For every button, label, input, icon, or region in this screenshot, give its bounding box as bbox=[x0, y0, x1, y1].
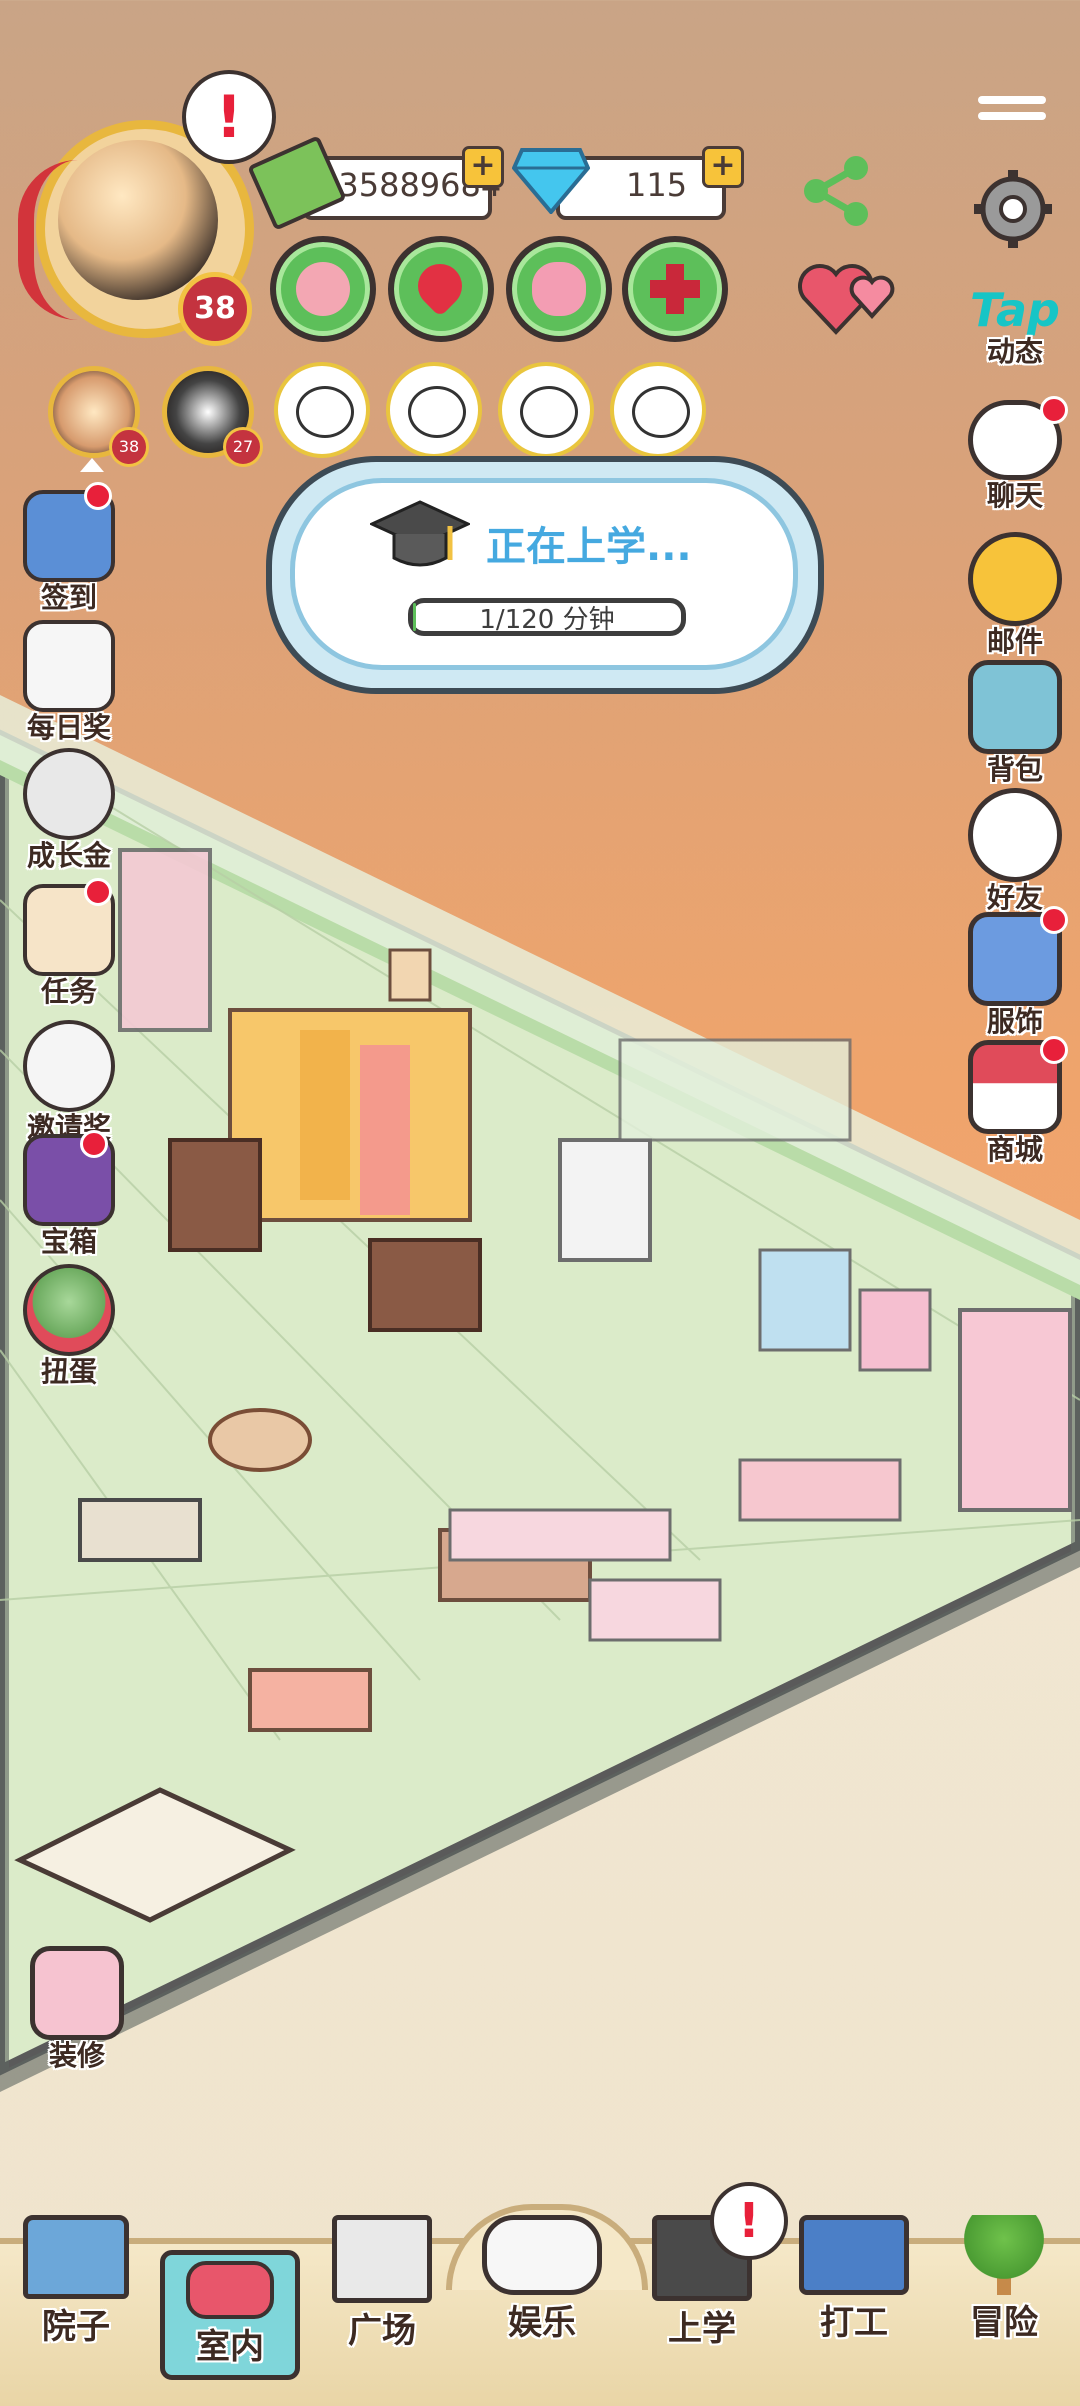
mail-icon bbox=[968, 532, 1062, 626]
right-menu-shop[interactable]: 商城 bbox=[960, 1036, 1070, 1168]
panda-icon bbox=[520, 386, 578, 438]
gamepad-icon bbox=[482, 2215, 602, 2295]
friend-avatar-1[interactable]: 38 bbox=[48, 366, 149, 467]
decorate-button[interactable]: 装修 bbox=[22, 1946, 132, 2074]
heart-icon bbox=[408, 254, 472, 318]
right-menu-chat[interactable]: 聊天 bbox=[960, 396, 1070, 514]
school-progress-bar: 1/120 分钟 bbox=[408, 598, 686, 636]
friend-avatar-2[interactable]: 27 bbox=[162, 366, 263, 467]
nav-plaza[interactable]: 广场 bbox=[312, 2215, 452, 2352]
diamond-amount: 115 bbox=[626, 166, 688, 204]
player-level: 38 bbox=[194, 291, 236, 326]
mood-stat-button[interactable] bbox=[388, 236, 494, 342]
alert-bubble-icon[interactable]: ! bbox=[182, 70, 276, 164]
panda-icon bbox=[632, 386, 690, 438]
left-menu-gacha[interactable]: 扭蛋 bbox=[14, 1264, 124, 1390]
dragon-frame-icon bbox=[18, 160, 94, 320]
add-diamond-button[interactable]: + bbox=[702, 146, 744, 188]
right-menu-mail[interactable]: 邮件 bbox=[960, 532, 1070, 660]
pet-slot-3[interactable] bbox=[498, 362, 594, 458]
panda-icon bbox=[408, 386, 466, 438]
hunger-stat-button[interactable] bbox=[270, 236, 376, 342]
pet-slot-4[interactable] bbox=[610, 362, 706, 458]
friends-expand-arrow-icon[interactable] bbox=[80, 458, 104, 472]
settings-gear-icon[interactable] bbox=[970, 166, 1056, 252]
panda-icon bbox=[296, 386, 354, 438]
favorite-hearts-icon[interactable] bbox=[798, 256, 896, 336]
intelligence-stat-button[interactable] bbox=[506, 236, 612, 342]
briefcase-icon bbox=[799, 2215, 909, 2295]
nav-indoor[interactable]: 室内 bbox=[160, 2250, 300, 2380]
brain-icon bbox=[532, 262, 586, 316]
palm-tree-icon bbox=[959, 2215, 1049, 2295]
panda-invite-icon bbox=[23, 1020, 115, 1112]
left-menu-treasure-chest[interactable]: 宝箱 bbox=[14, 1130, 124, 1260]
friend-level-badge: 27 bbox=[223, 427, 263, 467]
health-plus-icon bbox=[648, 262, 702, 316]
diamond-icon bbox=[511, 146, 591, 216]
health-stat-button[interactable] bbox=[622, 236, 728, 342]
right-menu-clothing[interactable]: 服饰 bbox=[960, 906, 1070, 1040]
room-scene[interactable] bbox=[0, 0, 1080, 2400]
panda-money-icon bbox=[23, 748, 115, 840]
left-menu-sign-in[interactable]: 签到 bbox=[14, 482, 124, 616]
nav-entertainment[interactable]: 娱乐 bbox=[472, 2215, 612, 2344]
nav-adventure[interactable]: 冒险 bbox=[934, 2215, 1074, 2344]
left-menu-tasks[interactable]: 任务 bbox=[14, 878, 124, 1010]
panda-friends-icon bbox=[968, 788, 1062, 882]
building-icon bbox=[332, 2215, 432, 2303]
meat-icon bbox=[296, 262, 350, 316]
player-level-badge: 38 bbox=[178, 272, 252, 346]
taptap-logo: Tap bbox=[970, 283, 1060, 337]
pet-slot-1[interactable] bbox=[274, 362, 370, 458]
video-diamond-icon bbox=[23, 620, 115, 712]
gacha-machine-icon bbox=[23, 1264, 115, 1356]
left-menu-invite-reward[interactable]: 邀请奖 bbox=[14, 1020, 124, 1146]
nav-work[interactable]: 打工 bbox=[784, 2215, 924, 2344]
school-status-popup[interactable]: 正在上学... 1/120 分钟 bbox=[266, 456, 824, 694]
friend-level-badge: 38 bbox=[109, 427, 149, 467]
right-menu-taptap-feed[interactable]: Tap 动态 bbox=[960, 284, 1070, 370]
graduation-cap-icon bbox=[368, 498, 472, 578]
left-menu-daily-reward[interactable]: 每日奖 bbox=[14, 620, 124, 746]
hamburger-menu-icon[interactable] bbox=[978, 96, 1046, 126]
pet-slot-2[interactable] bbox=[386, 362, 482, 458]
share-icon[interactable] bbox=[800, 154, 874, 228]
school-progress-text: 1/120 分钟 bbox=[479, 605, 615, 635]
house-icon bbox=[23, 2215, 129, 2299]
heart-sofa-icon bbox=[186, 2261, 274, 2319]
school-status-title: 正在上学... bbox=[486, 524, 692, 570]
left-menu-growth-fund[interactable]: 成长金 bbox=[14, 748, 124, 874]
armchair-icon bbox=[30, 1946, 124, 2040]
backpack-icon bbox=[968, 660, 1062, 754]
school-alert-bubble-icon[interactable]: ! bbox=[710, 2182, 788, 2260]
nav-yard[interactable]: 院子 bbox=[6, 2215, 146, 2348]
right-menu-friends[interactable]: 好友 bbox=[960, 788, 1070, 916]
right-menu-backpack[interactable]: 背包 bbox=[960, 660, 1070, 788]
add-money-button[interactable]: + bbox=[462, 146, 504, 188]
